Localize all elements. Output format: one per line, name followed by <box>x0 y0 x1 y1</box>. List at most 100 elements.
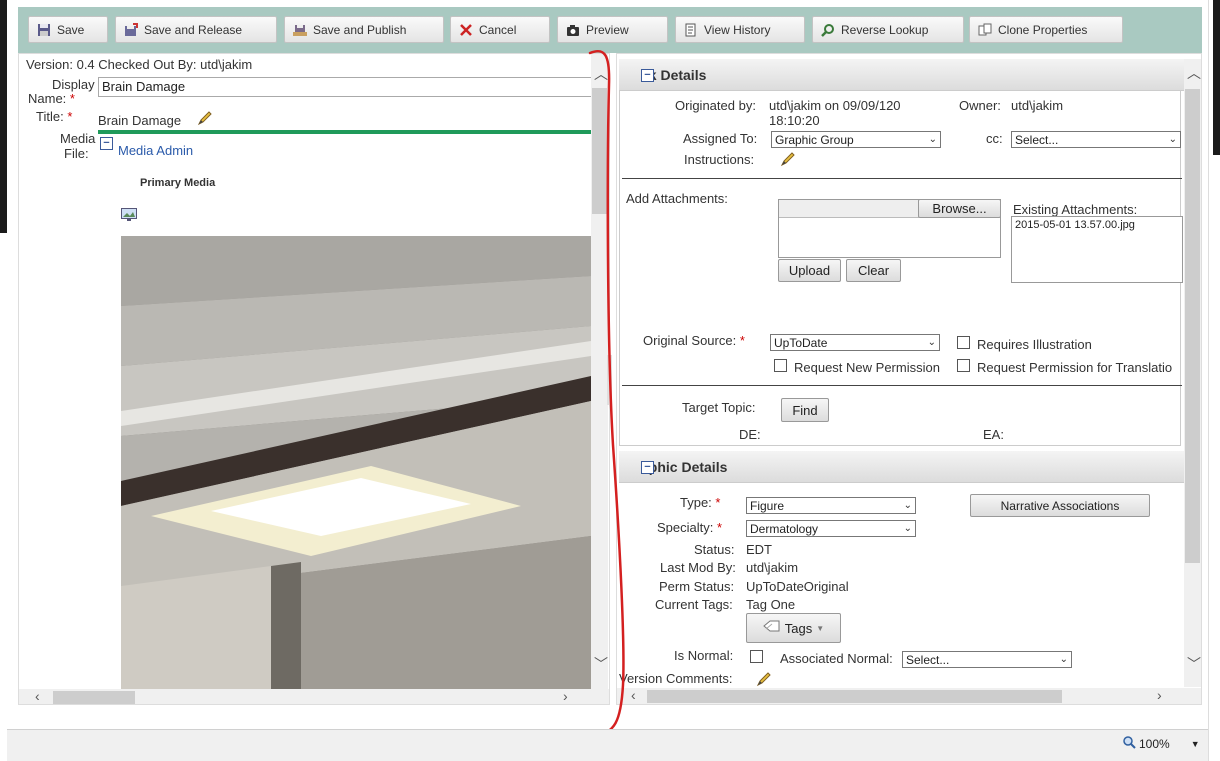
current-tags-label: Current Tags: <box>655 597 733 612</box>
clone-properties-button[interactable]: Clone Properties <box>969 16 1123 43</box>
task-details-pane: sk Details − Originated by: utd\jakim on… <box>616 53 1202 705</box>
save-and-publish-label: Save and Publish <box>313 22 407 37</box>
divider <box>622 178 1182 179</box>
right-horizontal-scroll-thumb[interactable] <box>647 690 1062 703</box>
original-source-select[interactable]: UpToDate ⌄ <box>770 334 940 351</box>
save-and-release-button[interactable]: Save and Release <box>115 16 277 43</box>
background-window-strip-lower <box>0 233 7 761</box>
cancel-button[interactable]: Cancel <box>450 16 550 43</box>
existing-attachments-label: Existing Attachments: <box>1013 202 1138 217</box>
edit-version-comments-pencil-icon[interactable] <box>756 671 772 687</box>
cc-value: Select... <box>1015 132 1059 147</box>
media-admin-link[interactable]: Media Admin <box>118 143 193 158</box>
attachment-item[interactable]: 2015-05-01 13.57.00.jpg <box>1015 219 1179 231</box>
edit-title-pencil-icon[interactable] <box>197 110 213 126</box>
chevron-down-icon: ⌄ <box>928 134 937 145</box>
specialty-select[interactable]: Dermatology ⌄ <box>746 520 916 537</box>
request-new-permission-checkbox[interactable] <box>774 359 787 372</box>
graphic-details-header: aphic Details <box>619 451 1185 483</box>
type-label: Type: * <box>680 495 721 510</box>
last-mod-by-label: Last Mod By: <box>660 560 736 575</box>
media-file-label: Media <box>60 131 96 146</box>
primary-media-image <box>121 236 591 692</box>
find-button[interactable]: Find <box>781 398 829 422</box>
version-checkout-line: Version: 0.4 Checked Out By: utd\jakim <box>26 57 253 72</box>
original-source-label: Original Source: * <box>643 333 745 348</box>
right-vertical-scrollbar[interactable]: ︿ ﹀ <box>1184 59 1201 687</box>
cancel-label: Cancel <box>479 22 517 37</box>
required-marker: * <box>717 520 723 535</box>
cc-select[interactable]: Select... ⌄ <box>1011 131 1181 148</box>
current-tags-value: Tag One <box>746 597 796 612</box>
collapse-media-icon[interactable]: − <box>100 137 113 150</box>
scroll-left-arrow-icon[interactable]: ‹ <box>35 688 40 704</box>
scroll-right-arrow-icon[interactable]: › <box>563 688 568 704</box>
save-button[interactable]: Save <box>28 16 108 43</box>
display-name-input[interactable]: Brain Damage <box>98 77 592 97</box>
perm-status-value: UpToDateOriginal <box>746 579 849 594</box>
request-permission-translation-checkbox[interactable] <box>957 359 970 372</box>
request-new-permission-label: Request New Permission <box>794 360 940 375</box>
assigned-to-select[interactable]: Graphic Group ⌄ <box>771 131 941 148</box>
zoom-control[interactable]: 100% ▼ <box>1123 736 1200 752</box>
associated-normal-value: Select... <box>906 652 950 667</box>
required-marker: * <box>69 91 75 106</box>
scroll-right-arrow-icon[interactable]: › <box>1157 687 1162 703</box>
required-marker: * <box>715 495 721 510</box>
perm-status-label: Perm Status: <box>659 579 735 594</box>
assigned-to-label: Assigned To: <box>683 131 758 146</box>
scroll-down-arrow-icon[interactable]: ﹀ <box>1187 654 1201 674</box>
file-path-field[interactable] <box>779 200 919 218</box>
right-vertical-scroll-thumb[interactable] <box>1185 89 1200 563</box>
tags-button[interactable]: Tags ▼ <box>746 613 841 643</box>
right-horizontal-scrollbar[interactable]: ‹ › <box>617 687 1201 704</box>
zoom-magnifier-icon <box>1123 736 1136 752</box>
specialty-label: Specialty: * <box>657 520 723 535</box>
display-name-label-2: Name: * <box>28 91 75 106</box>
original-source-value: UpToDate <box>774 335 828 350</box>
image-thumbnail-icon[interactable] <box>121 208 137 222</box>
background-window-right-top <box>1213 0 1220 155</box>
camera-icon <box>566 23 580 37</box>
primary-media-label: Primary Media <box>140 177 216 189</box>
reverse-lookup-button[interactable]: Reverse Lookup <box>812 16 964 43</box>
left-horizontal-scrollbar[interactable]: ‹ › <box>19 688 609 704</box>
title-label: Title: * <box>36 109 73 124</box>
save-and-publish-button[interactable]: Save and Publish <box>284 16 444 43</box>
scroll-up-arrow-icon[interactable]: ︿ <box>1187 63 1201 83</box>
chevron-down-icon: ⌄ <box>903 500 912 511</box>
reverse-lookup-label: Reverse Lookup <box>841 22 929 37</box>
save-release-icon <box>124 22 138 37</box>
de-label: DE: <box>739 427 761 442</box>
is-normal-label: Is Normal: <box>674 648 734 663</box>
existing-attachments-list[interactable]: 2015-05-01 13.57.00.jpg <box>1011 216 1183 283</box>
preview-button[interactable]: Preview <box>557 16 668 43</box>
floppy-disk-icon <box>37 23 51 37</box>
owner-label: Owner: <box>959 98 1001 113</box>
chevron-down-icon: ⌄ <box>1168 134 1177 145</box>
clear-button[interactable]: Clear <box>846 259 901 282</box>
chevron-down-icon: ⌄ <box>1059 654 1068 665</box>
requires-illustration-checkbox[interactable] <box>957 336 970 349</box>
save-label: Save <box>57 22 85 37</box>
browse-button[interactable]: Browse... <box>918 199 1001 218</box>
task-details-header: sk Details <box>619 59 1185 91</box>
is-normal-checkbox[interactable] <box>750 650 763 663</box>
left-horizontal-scroll-thumb[interactable] <box>53 691 135 704</box>
required-marker: * <box>739 333 745 348</box>
divider <box>622 385 1182 386</box>
associated-normal-select[interactable]: Select... ⌄ <box>902 651 1072 668</box>
background-window-strip <box>0 0 7 233</box>
media-file-label-2: File: <box>64 146 89 161</box>
type-select[interactable]: Figure ⌄ <box>746 497 916 514</box>
view-history-button[interactable]: View History <box>675 16 805 43</box>
chevron-down-icon: ⌄ <box>903 523 912 534</box>
originated-by-label: Originated by: <box>675 98 756 113</box>
originated-time-value: 18:10:20 <box>769 113 820 128</box>
narrative-associations-button[interactable]: Narrative Associations <box>970 494 1150 517</box>
tags-label: Tags <box>784 620 813 636</box>
edit-instructions-pencil-icon[interactable] <box>780 151 796 167</box>
zoom-dropdown-icon[interactable]: ▼ <box>1191 739 1200 749</box>
upload-button[interactable]: Upload <box>778 259 841 282</box>
specialty-value: Dermatology <box>750 521 819 536</box>
